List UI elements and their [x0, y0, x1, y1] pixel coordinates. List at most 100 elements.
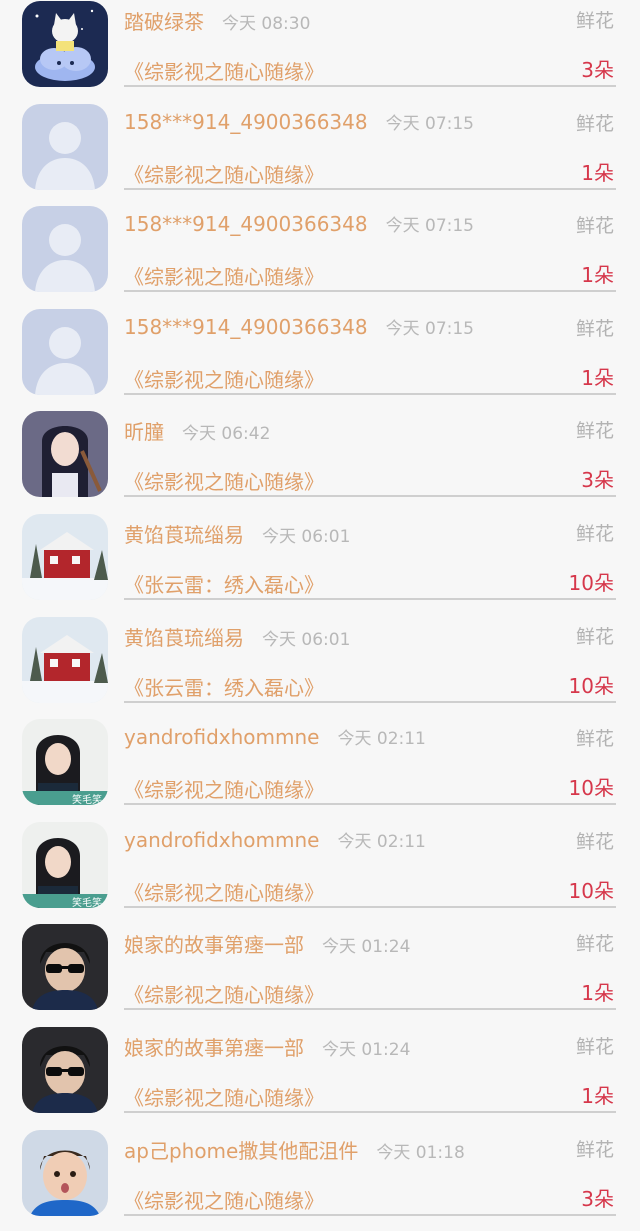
username[interactable]: 158***914_4900366348 今天 07:15	[124, 109, 474, 134]
row-divider	[124, 1008, 616, 1011]
avatar[interactable]	[22, 924, 108, 1011]
gift-type-label: 鲜花	[575, 112, 614, 135]
list-item[interactable]: 踏破绿茶 今天 08:30 鲜花 《综影视之随心随缘》 3朵	[0, 0, 640, 103]
list-item[interactable]: 娘家的故事第瘗一部 今天 01:24 鲜花 《综影视之随心随缘》 1朵	[0, 1026, 640, 1129]
timestamp: 今天 07:15	[385, 318, 474, 339]
gift-type-label: 鲜花	[575, 728, 614, 751]
row-divider	[124, 85, 616, 87]
book-title-link[interactable]: 《综影视之随心随缘》	[124, 774, 324, 803]
list-item[interactable]: 158***914_4900366348 今天 07:15 鲜花 《综影视之随心随…	[0, 308, 640, 411]
book-title-link[interactable]: 《张云雷：绣入磊心》	[124, 672, 324, 701]
username[interactable]: ap己phome撒其他配沮件 今天 01:18	[124, 1135, 465, 1164]
avatar[interactable]	[22, 206, 108, 293]
row-divider	[124, 803, 616, 806]
gift-count: 1朵	[581, 160, 614, 185]
gift-type-label: 鲜花	[575, 420, 614, 443]
username-text: 158***914_4900366348	[124, 212, 368, 237]
username-text: yandrofidxhommne	[124, 827, 320, 852]
list-item[interactable]: 笑毛笑 yandrofidxhommne 今天 02:11 鲜花 《综影视之随心随…	[0, 821, 640, 924]
row-divider	[124, 700, 616, 703]
username[interactable]: 踏破绿茶 今天 08:30	[124, 6, 310, 35]
list-item[interactable]: 昕朣 今天 06:42 鲜花 《综影视之随心随缘》 3朵	[0, 410, 640, 513]
avatar[interactable]	[22, 308, 108, 395]
row-divider	[124, 905, 616, 908]
avatar[interactable]	[22, 103, 108, 190]
row-divider	[124, 392, 616, 395]
book-title-link[interactable]: 《综影视之随心随缘》	[124, 1185, 324, 1214]
row-divider	[124, 187, 616, 190]
timestamp: 今天 06:42	[182, 424, 271, 445]
timestamp: 今天 02:11	[337, 729, 426, 750]
gift-count: 3朵	[581, 468, 614, 493]
row-divider	[124, 1110, 616, 1113]
username[interactable]: 昕朣 今天 06:42	[124, 416, 270, 445]
gift-count: 1朵	[581, 263, 614, 288]
username-text: 158***914_4900366348	[124, 109, 368, 134]
gift-type-label: 鲜花	[575, 317, 614, 340]
gift-count: 10朵	[568, 776, 614, 801]
gift-type-label: 鲜花	[575, 625, 614, 648]
book-title-link[interactable]: 《张云雷：绣入磊心》	[124, 569, 324, 598]
row-divider	[124, 495, 616, 498]
username[interactable]: yandrofidxhommne 今天 02:11	[124, 827, 426, 852]
avatar[interactable]	[22, 616, 108, 703]
avatar[interactable]: 笑毛笑	[22, 719, 108, 806]
username-text: 娘家的故事第瘗一部	[124, 1035, 304, 1060]
username-text: yandrofidxhommne	[124, 725, 320, 750]
gift-type-label: 鲜花	[575, 1035, 614, 1058]
username-text: ap己phome撒其他配沮件	[124, 1138, 359, 1163]
gift-type-label: 鲜花	[575, 522, 614, 545]
list-item[interactable]: 黄馅莨琉缁易 今天 06:01 鲜花 《张云雷：绣入磊心》 10朵	[0, 513, 640, 616]
book-title-link[interactable]: 《综影视之随心随缘》	[124, 979, 324, 1008]
gift-type-label: 鲜花	[575, 215, 614, 238]
username[interactable]: 黄馅莨琉缁易 今天 06:01	[124, 622, 350, 651]
username-text: 踏破绿茶	[124, 10, 204, 34]
username[interactable]: yandrofidxhommne 今天 02:11	[124, 724, 426, 749]
avatar[interactable]	[22, 1129, 108, 1216]
book-title-link[interactable]: 《综影视之随心随缘》	[124, 159, 324, 188]
list-item[interactable]: 158***914_4900366348 今天 07:15 鲜花 《综影视之随心随…	[0, 103, 640, 206]
username-text: 娘家的故事第瘗一部	[124, 933, 304, 958]
avatar[interactable]	[22, 513, 108, 600]
row-divider	[124, 290, 616, 293]
gift-record-list: 踏破绿茶 今天 08:30 鲜花 《综影视之随心随缘》 3朵 158***914_…	[0, 0, 640, 1231]
avatar[interactable]	[22, 411, 108, 498]
book-title-link[interactable]: 《综影视之随心随缘》	[124, 877, 324, 906]
gift-type-label: 鲜花	[575, 1138, 614, 1161]
list-item[interactable]: 158***914_4900366348 今天 07:15 鲜花 《综影视之随心随…	[0, 205, 640, 308]
row-divider	[124, 1213, 616, 1216]
timestamp: 今天 07:15	[385, 113, 474, 134]
list-item[interactable]: ap己phome撒其他配沮件 今天 01:18 鲜花 《综影视之随心随缘》 3朵	[0, 1129, 640, 1231]
timestamp: 今天 06:01	[262, 629, 351, 650]
username[interactable]: 娘家的故事第瘗一部 今天 01:24	[124, 929, 410, 958]
username-text: 158***914_4900366348	[124, 314, 368, 339]
username[interactable]: 158***914_4900366348 今天 07:15	[124, 211, 474, 236]
list-item[interactable]: 笑毛笑 yandrofidxhommne 今天 02:11 鲜花 《综影视之随心随…	[0, 718, 640, 821]
avatar[interactable]	[22, 1026, 108, 1113]
gift-type-label: 鲜花	[575, 933, 614, 956]
list-item[interactable]: 娘家的故事第瘗一部 今天 01:24 鲜花 《综影视之随心随缘》 1朵	[0, 923, 640, 1026]
username[interactable]: 158***914_4900366348 今天 07:15	[124, 314, 474, 339]
book-title-link[interactable]: 《综影视之随心随缘》	[124, 364, 324, 393]
gift-count: 3朵	[581, 1186, 614, 1211]
book-title-link[interactable]: 《综影视之随心随缘》	[124, 261, 324, 290]
avatar[interactable]	[22, 1, 108, 87]
avatar-watermark: 笑毛笑	[72, 896, 102, 908]
username-text: 昕朣	[124, 420, 164, 445]
username[interactable]: 娘家的故事第瘗一部 今天 01:24	[124, 1032, 410, 1061]
timestamp: 今天 01:24	[322, 937, 411, 958]
gift-count: 10朵	[568, 673, 614, 698]
username[interactable]: 黄馅莨琉缁易 今天 06:01	[124, 519, 350, 548]
avatar[interactable]: 笑毛笑	[22, 821, 108, 908]
timestamp: 今天 08:30	[222, 14, 311, 34]
timestamp: 今天 01:24	[322, 1039, 411, 1060]
gift-count: 1朵	[581, 981, 614, 1006]
list-item[interactable]: 黄馅莨琉缁易 今天 06:01 鲜花 《张云雷：绣入磊心》 10朵	[0, 616, 640, 719]
book-title-link[interactable]: 《综影视之随心随缘》	[124, 466, 324, 495]
gift-count: 1朵	[581, 365, 614, 390]
timestamp: 今天 02:11	[337, 831, 426, 852]
timestamp: 今天 07:15	[385, 216, 474, 237]
gift-type-label: 鲜花	[575, 10, 614, 32]
book-title-link[interactable]: 《综影视之随心随缘》	[124, 56, 324, 85]
book-title-link[interactable]: 《综影视之随心随缘》	[124, 1082, 324, 1111]
